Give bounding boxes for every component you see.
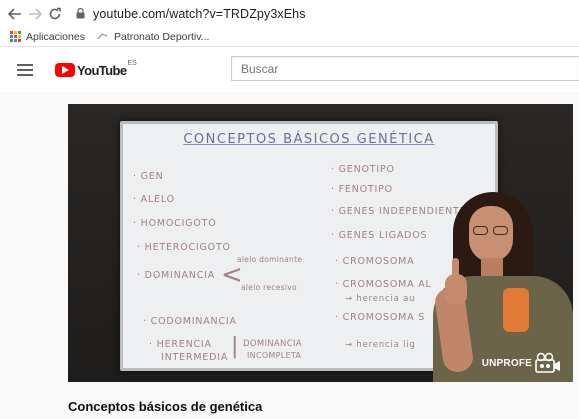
bookmark-label: Patronato Deportiv...	[113, 30, 210, 43]
url-text[interactable]: youtube.com/watch?v=TRDZpy3xEhs	[93, 7, 306, 21]
browser-toolbar: youtube.com/watch?v=TRDZpy3xEhs	[0, 0, 579, 27]
bookmarks-bar: Aplicaciones Patronato Deportiv...	[0, 27, 579, 47]
youtube-header: YouTube ES	[0, 48, 579, 92]
board-item: · HOMOCIGOTO	[133, 218, 217, 229]
board-bracket: |	[231, 334, 239, 359]
board-item: · GENOTIPO	[331, 164, 395, 175]
board-item: · GENES LIGADOS	[331, 230, 428, 241]
board-item: · DOMINANCIA	[137, 270, 216, 281]
board-item: INTERMEDIA	[161, 352, 229, 363]
board-bracket: <	[221, 260, 243, 290]
board-note: alelo dominante	[237, 255, 303, 264]
board-item: · HERENCIA	[149, 339, 212, 350]
video-title: Conceptos básicos de genética	[68, 399, 263, 414]
youtube-play-icon	[55, 63, 75, 77]
forward-arrow-icon[interactable]	[25, 4, 45, 24]
whiteboard-title: CONCEPTOS BÁSICOS GENÉTICA	[183, 132, 435, 147]
site-favicon-icon	[97, 31, 109, 43]
board-item: · FENOTIPO	[331, 184, 393, 195]
board-item: · CROMOSOMA AL	[335, 279, 432, 290]
youtube-logo[interactable]: YouTube ES	[55, 59, 137, 78]
board-item: · CROMOSOMA	[335, 256, 415, 267]
board-item: · GEN	[133, 171, 164, 182]
logo-text: YouTube	[77, 62, 127, 78]
board-note: DOMINANCIA	[243, 339, 302, 349]
video-player[interactable]: CONCEPTOS BÁSICOS GENÉTICA · GEN · ALELO…	[68, 104, 573, 382]
watermark-text: UNPROFE	[481, 357, 532, 369]
board-item: · CODOMINANCIA	[143, 316, 237, 327]
back-arrow-icon[interactable]	[5, 4, 25, 24]
channel-watermark[interactable]: UNPROFE	[482, 352, 561, 374]
logo-region: ES	[127, 59, 137, 67]
search-input[interactable]	[241, 61, 579, 76]
lock-icon	[73, 7, 87, 21]
board-item: → herencia au	[345, 294, 416, 304]
board-item: · HETEROCIGOTO	[137, 242, 231, 253]
board-note: INCOMPLETA	[247, 351, 302, 360]
bookmark-apps[interactable]: Aplicaciones	[9, 31, 85, 43]
address-bar[interactable]: youtube.com/watch?v=TRDZpy3xEhs	[73, 4, 306, 24]
watch-page: CONCEPTOS BÁSICOS GENÉTICA · GEN · ALELO…	[0, 92, 579, 419]
reload-icon[interactable]	[45, 4, 65, 24]
bookmark-patronato[interactable]: Patronato Deportiv...	[97, 30, 210, 43]
board-note: alelo recesivo	[241, 283, 297, 292]
hamburger-menu-icon[interactable]	[17, 64, 33, 76]
board-item: · ALELO	[133, 194, 175, 205]
bookmark-label: Aplicaciones	[26, 30, 85, 43]
apps-grid-icon	[9, 31, 21, 43]
board-item: → herencia lig	[345, 340, 416, 350]
search-box[interactable]	[231, 56, 579, 81]
film-camera-icon	[535, 352, 560, 373]
board-item: · CROMOSOMA S	[335, 312, 426, 323]
